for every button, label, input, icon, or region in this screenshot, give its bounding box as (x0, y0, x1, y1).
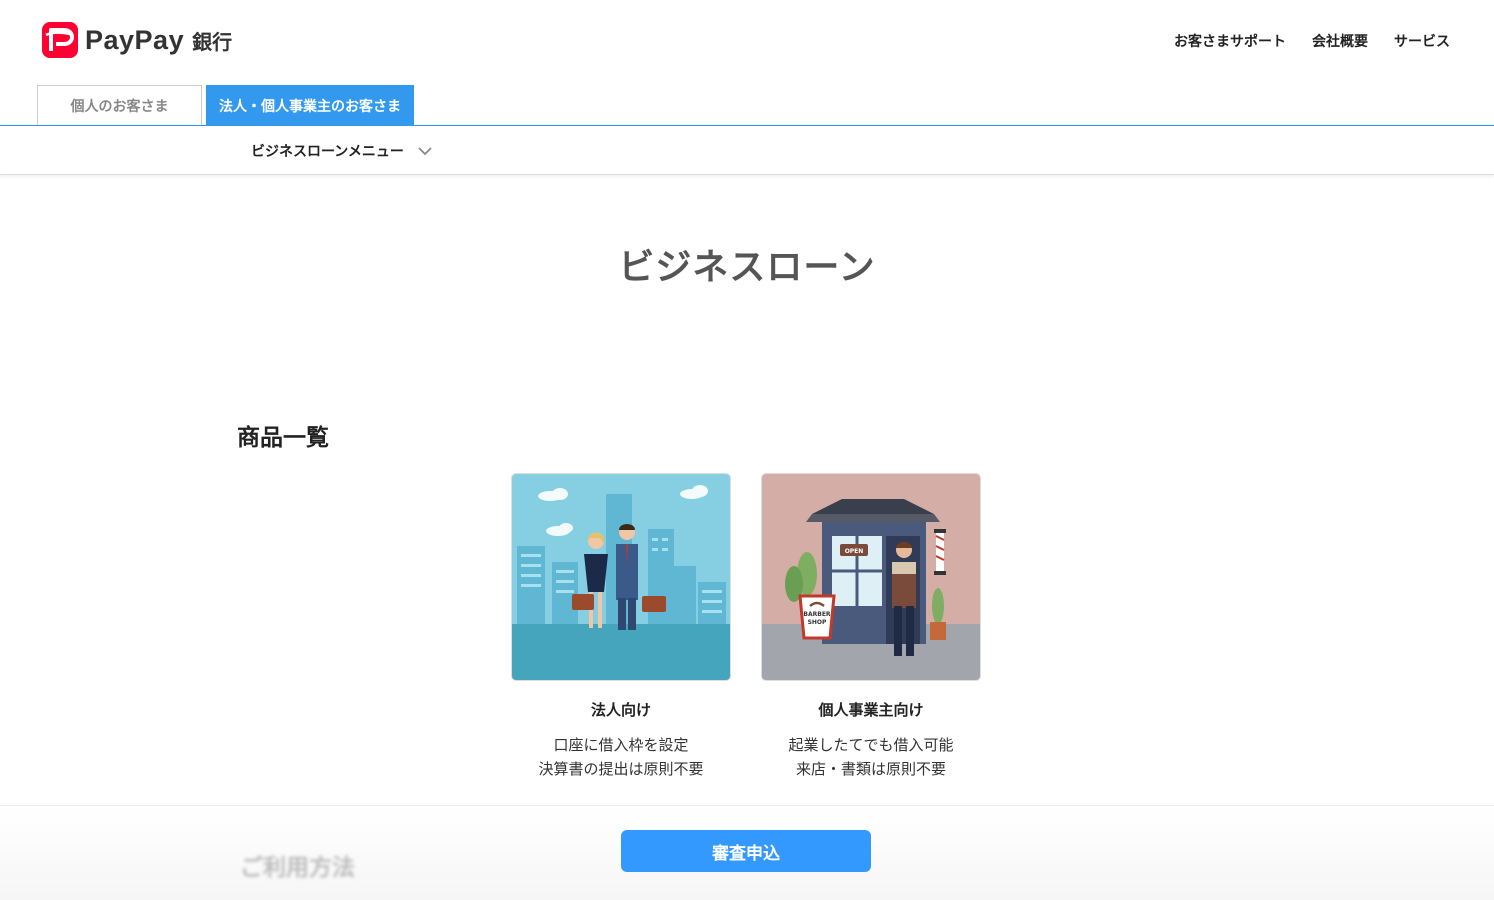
card-title-sole-proprietor: 個人事業主向け (818, 701, 924, 719)
card-desc-line: 決算書の提出は原則不要 (538, 760, 704, 778)
business-loan-menu-dropdown[interactable]: ビジネスローンメニュー (251, 141, 432, 161)
nav-company[interactable]: 会社概要 (1312, 31, 1368, 51)
card-desc-corporate: 口座に借入枠を設定 決算書の提出は原則不要 (511, 733, 731, 781)
products-heading: 商品一覧 (237, 425, 329, 451)
sign-barber: BARBER (803, 611, 831, 618)
logo-text: PayPay (85, 24, 185, 55)
site-header: PayPay 銀行 お客さまサポート 会社概要 サービス (0, 0, 1494, 80)
submenu-label: ビジネスローンメニュー (251, 144, 404, 160)
tab-personal[interactable]: 個人のお客さま (37, 85, 202, 126)
paypay-logo-icon (42, 22, 78, 58)
logo-sub: 銀行 (192, 29, 233, 54)
paypay-bank-logo[interactable]: PayPay 銀行 (42, 22, 232, 58)
businesspeople-city-illustration (511, 473, 731, 681)
nav-services[interactable]: サービス (1394, 31, 1450, 51)
open-sign: OPEN (845, 548, 864, 555)
apply-button[interactable]: 審査申込 (621, 830, 871, 872)
product-card-sole-proprietor[interactable]: OPEN BARBER SHOP 個人事業主向け 起業したてでも借入可能 来店・… (761, 473, 981, 781)
top-nav: お客さまサポート 会社概要 サービス (1174, 31, 1450, 51)
card-desc-line: 来店・書類は原則不要 (795, 760, 946, 778)
tab-business[interactable]: 法人・個人事業主のお客さま (206, 85, 414, 126)
product-card-corporate[interactable]: 法人向け 口座に借入枠を設定 決算書の提出は原則不要 (511, 473, 731, 781)
submenu-bar: ビジネスローンメニュー (0, 126, 1494, 175)
usage-heading: ご利用方法 (240, 855, 355, 881)
card-desc-line: 口座に借入枠を設定 (553, 736, 689, 754)
customer-tabs: 個人のお客さま 法人・個人事業主のお客さま (37, 85, 414, 126)
card-title-corporate: 法人向け (590, 701, 651, 719)
barber-shop-illustration: OPEN BARBER SHOP (761, 473, 981, 681)
chevron-down-icon (418, 147, 432, 156)
sign-shop: SHOP (808, 619, 827, 626)
page-title: ビジネスローン (618, 247, 876, 288)
nav-support[interactable]: お客さまサポート (1174, 31, 1286, 51)
card-desc-sole-proprietor: 起業したてでも借入可能 来店・書類は原則不要 (761, 733, 981, 781)
card-desc-line: 起業したてでも借入可能 (788, 736, 954, 754)
